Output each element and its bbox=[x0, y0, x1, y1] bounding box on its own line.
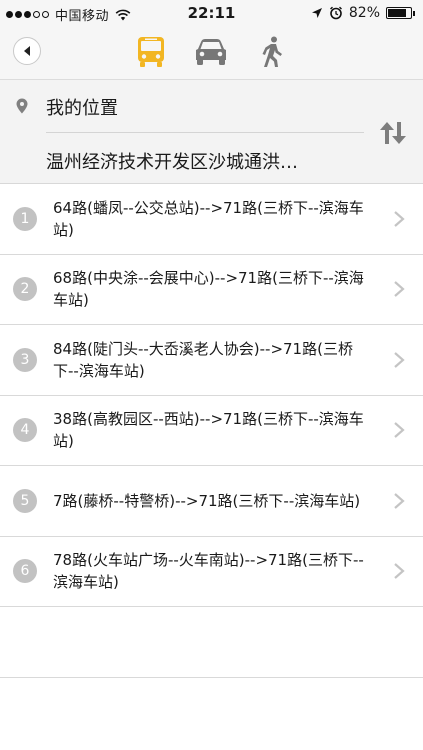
route-description: 7路(藤桥--特警桥)-->71路(三桥下--滨海车站) bbox=[53, 491, 361, 510]
route-index-badge: 5 bbox=[13, 488, 37, 513]
route-item-3[interactable]: 3 84路(陡门头--大岙溪老人协会)-->71路(三桥下--滨海车站) bbox=[0, 325, 423, 396]
route-description: 64路(蟠凤--公交总站)-->71路(三桥下--滨海车站) bbox=[53, 198, 364, 239]
route-index-badge: 1 bbox=[13, 206, 37, 231]
route-index-badge: 2 bbox=[13, 277, 37, 302]
route-index-badge: 4 bbox=[13, 418, 37, 443]
route-description: 84路(陡门头--大岙溪老人协会)-->71路(三桥下--滨海车站) bbox=[53, 339, 353, 380]
route-description: 38路(高教园区--西站)-->71路(三桥下--滨海车站) bbox=[53, 410, 364, 451]
alarm-clock-icon bbox=[329, 6, 342, 20]
swap-route-button[interactable] bbox=[376, 118, 410, 148]
route-panel: 我的位置 温州经济技术开发区沙城通洪… bbox=[0, 80, 423, 184]
battery-percent: 82% bbox=[348, 5, 380, 21]
route-description: 78路(火车站广场--火车南站)-->71路(三桥下--滨海车站) bbox=[53, 551, 364, 592]
chevron-right-icon bbox=[394, 281, 405, 298]
route-item-2[interactable]: 2 68路(中央涂--会展中心)-->71路(三桥下--滨海车站) bbox=[0, 254, 423, 325]
walk-icon bbox=[262, 36, 282, 67]
route-item-1[interactable]: 1 64路(蟠凤--公交总站)-->71路(三桥下--滨海车站) bbox=[0, 184, 423, 255]
swap-arrows-icon bbox=[380, 122, 406, 144]
panel-divider bbox=[46, 132, 364, 133]
back-button[interactable] bbox=[13, 37, 41, 65]
tab-walk[interactable] bbox=[254, 34, 290, 70]
chevron-left-icon bbox=[24, 46, 30, 56]
chevron-right-icon bbox=[394, 422, 405, 439]
location-pin-icon bbox=[16, 98, 28, 114]
route-item-5[interactable]: 5 7路(藤桥--特警桥)-->71路(三桥下--滨海车站) bbox=[0, 466, 423, 537]
route-results-list: 1 64路(蟠凤--公交总站)-->71路(三桥下--滨海车站) 2 68路(中… bbox=[0, 184, 423, 678]
car-icon bbox=[196, 39, 226, 65]
bus-icon bbox=[138, 37, 164, 67]
destination-field[interactable]: 温州经济技术开发区沙城通洪… bbox=[46, 148, 364, 174]
route-index-badge: 3 bbox=[13, 347, 37, 372]
battery-icon bbox=[386, 7, 415, 19]
empty-list-row bbox=[0, 607, 423, 678]
location-arrow-icon bbox=[311, 8, 322, 18]
tab-car[interactable] bbox=[193, 34, 229, 70]
chevron-right-icon bbox=[394, 210, 405, 227]
route-index-badge: 6 bbox=[13, 559, 37, 584]
route-item-4[interactable]: 4 38路(高教园区--西站)-->71路(三桥下--滨海车站) bbox=[0, 395, 423, 466]
chevron-right-icon bbox=[394, 563, 405, 580]
chevron-right-icon bbox=[394, 351, 405, 368]
route-item-6[interactable]: 6 78路(火车站广场--火车南站)-->71路(三桥下--滨海车站) bbox=[0, 536, 423, 607]
tab-bus[interactable] bbox=[133, 34, 169, 70]
chevron-right-icon bbox=[394, 492, 405, 509]
origin-field[interactable]: 我的位置 bbox=[46, 94, 118, 120]
status-right: 82% bbox=[311, 5, 415, 21]
status-bar: 中国移动 22:11 82% bbox=[0, 0, 423, 28]
nav-bar bbox=[0, 28, 423, 80]
route-description: 68路(中央涂--会展中心)-->71路(三桥下--滨海车站) bbox=[53, 269, 364, 310]
